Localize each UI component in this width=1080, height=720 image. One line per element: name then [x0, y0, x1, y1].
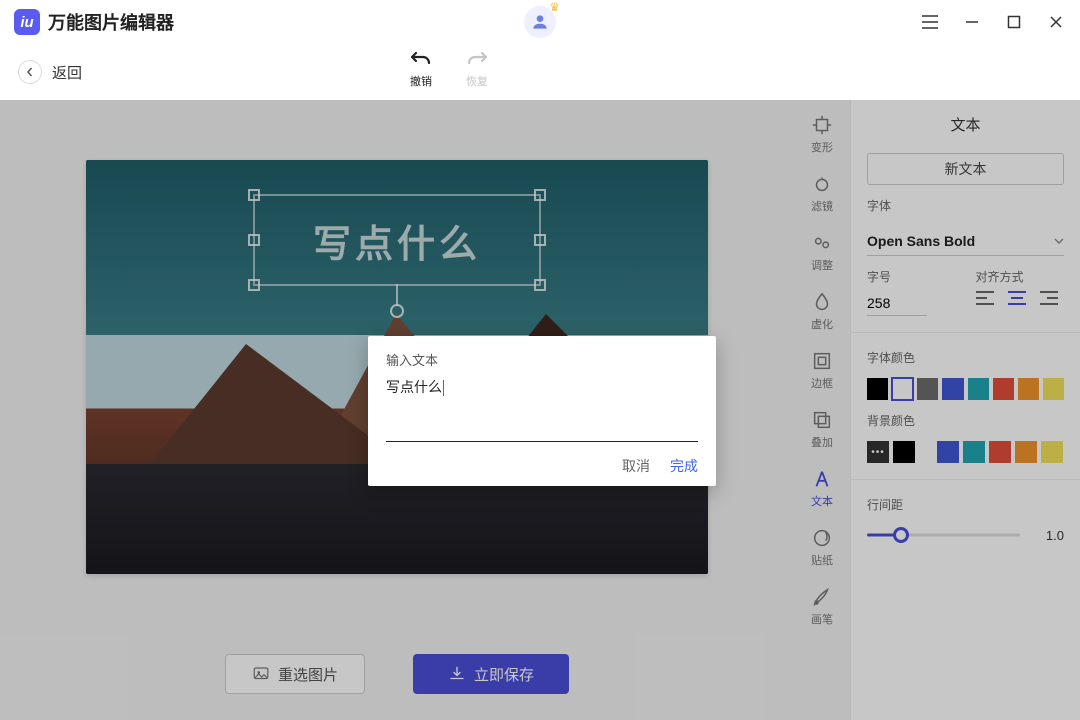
hamburger-menu-button[interactable] [920, 12, 940, 32]
text-input-dialog: 输入文本 写点什么 取消 完成 [368, 336, 716, 486]
titlebar: iu 万能图片编辑器 ♛ [0, 0, 1080, 44]
undo-button[interactable]: 撤销 [410, 50, 432, 89]
window-close-button[interactable] [1046, 12, 1066, 32]
redo-button: 恢复 [466, 50, 488, 89]
redo-label: 恢复 [466, 73, 488, 89]
redo-icon [467, 50, 487, 71]
window-minimize-button[interactable] [962, 12, 982, 32]
back-button[interactable] [18, 60, 42, 84]
app-title: 万能图片编辑器 [48, 9, 174, 35]
dialog-text-input[interactable]: 写点什么 [386, 379, 444, 395]
user-avatar[interactable]: ♛ [524, 6, 556, 38]
workspace: 写点什么 重选图片 立即保存 变形滤镜调整虚化边框叠加文本贴纸画笔 [0, 100, 1080, 720]
dialog-ok-button[interactable]: 完成 [670, 456, 698, 476]
window-maximize-button[interactable] [1004, 12, 1024, 32]
app-logo: iu [14, 9, 40, 35]
undo-label: 撤销 [410, 73, 432, 89]
dialog-title: 输入文本 [386, 350, 698, 369]
undo-icon [411, 50, 431, 71]
crown-icon: ♛ [549, 0, 560, 14]
dialog-cancel-button[interactable]: 取消 [622, 456, 650, 476]
toolbar: 返回 撤销 恢复 [0, 44, 1080, 100]
back-label: 返回 [52, 62, 82, 83]
